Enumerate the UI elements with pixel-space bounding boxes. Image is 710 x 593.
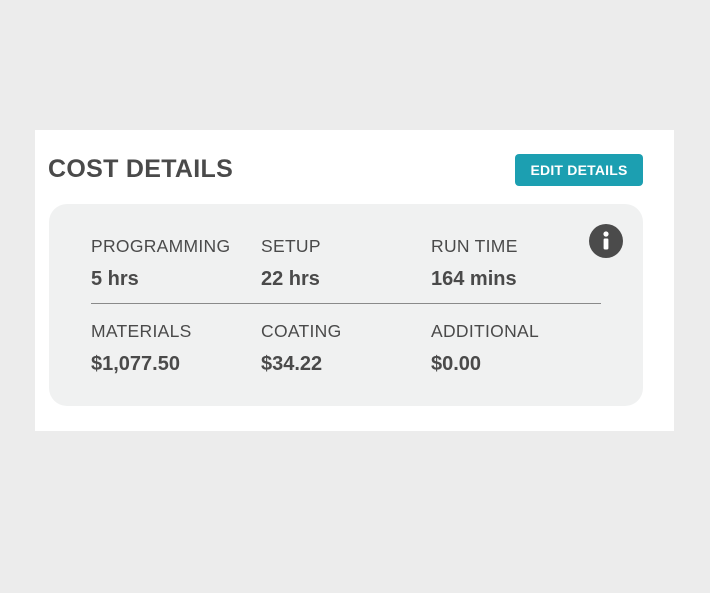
cost-item-programming: PROGRAMMING 5 hrs [91, 235, 230, 291]
cost-item-value: $1,077.50 [91, 353, 180, 375]
cost-item-run-time: RUN TIME 164 mins [431, 235, 518, 291]
cost-item-value: 164 mins [431, 268, 517, 290]
cost-item-additional: ADDITIONAL $0.00 [431, 320, 539, 376]
cost-item-value: $34.22 [261, 353, 323, 375]
cost-item-coating: COATING $34.22 [261, 320, 342, 376]
edit-details-button[interactable]: EDIT DETAILS [515, 154, 643, 186]
cost-item-label: RUN TIME [431, 236, 518, 256]
info-icon[interactable] [589, 224, 623, 258]
row-divider [91, 303, 601, 304]
cost-item-value: 22 hrs [261, 268, 320, 290]
card-title: COST DETAILS [48, 155, 234, 183]
cost-details-card: COST DETAILS EDIT DETAILS PROGRAMMING 5 … [35, 130, 674, 431]
cost-item-value: 5 hrs [91, 268, 139, 290]
cost-item-materials: MATERIALS $1,077.50 [91, 320, 192, 376]
cost-details-panel: PROGRAMMING 5 hrs SETUP 22 hrs RUN TIME … [49, 204, 643, 406]
cost-item-label: ADDITIONAL [431, 321, 540, 341]
cost-item-setup: SETUP 22 hrs [261, 235, 321, 291]
cost-item-label: PROGRAMMING [91, 236, 231, 256]
cost-item-value: $0.00 [431, 353, 482, 375]
cost-item-label: MATERIALS [91, 321, 192, 341]
cost-item-label: SETUP [261, 236, 321, 256]
cost-item-label: COATING [261, 321, 342, 341]
